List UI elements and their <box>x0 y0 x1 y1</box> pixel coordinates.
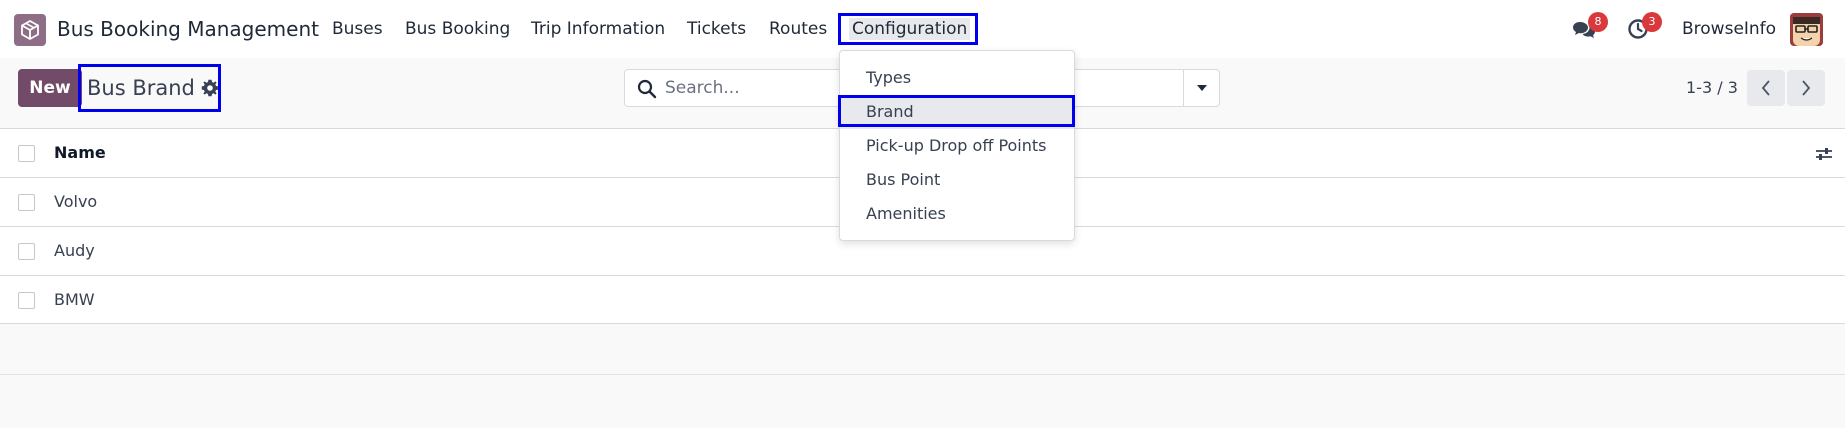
pager-value[interactable]: 1-3 / 3 <box>1686 78 1738 98</box>
optional-columns-toggle-icon[interactable] <box>1814 144 1834 164</box>
dropdown-item-amenities[interactable]: Amenities <box>840 197 1074 231</box>
dropdown-item-bus-point[interactable]: Bus Point <box>840 163 1074 197</box>
list-footer <box>0 328 1845 375</box>
app-title[interactable]: Bus Booking Management <box>57 16 319 42</box>
company-switcher[interactable]: BrowseInfo <box>1682 18 1776 40</box>
breadcrumb: Bus Brand <box>87 75 219 101</box>
menu-bus-booking[interactable]: Bus Booking <box>405 18 510 40</box>
configuration-dropdown-menu: Types Brand Pick-up Drop off Points Bus … <box>839 50 1075 241</box>
chevron-right-icon <box>1802 80 1811 96</box>
menu-buses[interactable]: Buses <box>332 18 383 40</box>
column-header-name[interactable]: Name <box>54 143 106 163</box>
menu-tickets[interactable]: Tickets <box>687 18 746 40</box>
row-name-cell[interactable]: Volvo <box>54 192 97 212</box>
caret-down-icon <box>1196 85 1207 91</box>
menu-configuration[interactable]: Configuration <box>849 18 971 40</box>
menu-routes[interactable]: Routes <box>769 18 827 40</box>
table-row[interactable]: BMW <box>0 275 1845 324</box>
dropdown-item-brand[interactable]: Brand <box>840 95 1074 129</box>
row-checkbox[interactable] <box>18 243 35 260</box>
select-all-checkbox[interactable] <box>18 145 35 162</box>
search-icon <box>637 79 657 99</box>
menu-trip-information[interactable]: Trip Information <box>531 18 665 40</box>
dropdown-item-pickup-drop-off-points[interactable]: Pick-up Drop off Points <box>840 129 1074 163</box>
row-checkbox[interactable] <box>18 194 35 211</box>
row-name-cell[interactable]: BMW <box>54 290 95 310</box>
pager-next-button[interactable] <box>1787 70 1825 106</box>
activities-count-badge: 3 <box>1642 12 1662 32</box>
gear-icon[interactable] <box>201 79 219 97</box>
pager-previous-button[interactable] <box>1747 70 1785 106</box>
messages-button[interactable]: 8 <box>1568 0 1608 58</box>
breadcrumb-title: Bus Brand <box>87 76 195 100</box>
chevron-left-icon <box>1761 80 1770 96</box>
search-options-toggle[interactable] <box>1183 70 1219 106</box>
avatar-face-icon <box>1790 13 1823 46</box>
messages-count-badge: 8 <box>1588 12 1608 32</box>
user-avatar[interactable] <box>1790 13 1823 46</box>
row-checkbox[interactable] <box>18 292 35 309</box>
cube-icon <box>21 19 39 41</box>
dropdown-item-types[interactable]: Types <box>840 61 1074 95</box>
app-logo-icon[interactable] <box>14 14 46 46</box>
row-name-cell[interactable]: Audy <box>54 241 95 261</box>
activities-button[interactable]: 3 <box>1624 0 1662 58</box>
new-button[interactable]: New <box>18 69 82 107</box>
